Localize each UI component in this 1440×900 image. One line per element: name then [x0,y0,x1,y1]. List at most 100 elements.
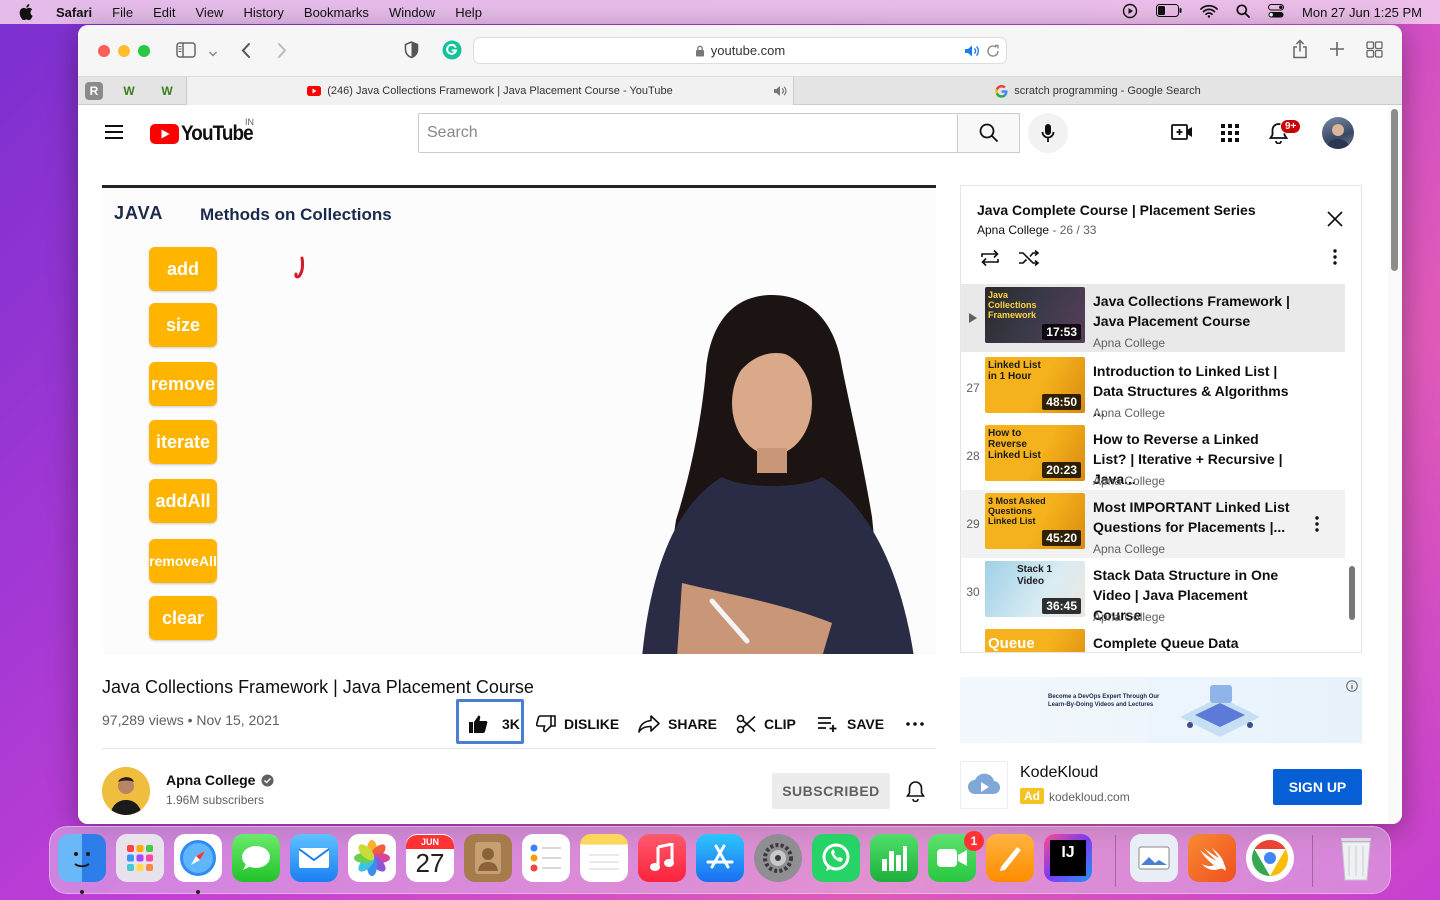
search-input[interactable]: Search [418,113,958,153]
playlist-menu-icon[interactable] [1333,249,1337,270]
ad-banner[interactable]: Become a DevOps Expert Through Our Learn… [960,677,1362,743]
menu-file[interactable]: File [112,5,133,20]
finder-icon[interactable] [58,834,106,882]
ad-domain[interactable]: kodekloud.com [1049,790,1130,804]
share-icon[interactable] [1292,39,1308,64]
reminders-icon[interactable] [522,834,570,882]
video-player[interactable]: JAVA Methods on Collections add size rem… [102,185,936,654]
loop-playlist-icon[interactable] [979,249,1001,272]
subscribed-button[interactable]: SUBSCRIBED [772,773,890,809]
tab-overview-icon[interactable] [1366,41,1383,63]
tab-google[interactable]: scratch programming - Google Search [794,77,1402,105]
playlist-item-current[interactable]: Java Collections Framework 17:53 Java Co… [961,284,1345,352]
shuffle-icon[interactable] [1018,249,1040,272]
address-bar[interactable]: youtube.com [473,37,1007,64]
playlist-item[interactable]: 28 How to Reverse Linked List 20:23 How … [961,422,1345,490]
notification-bell-icon[interactable] [906,780,925,807]
wifi-icon[interactable] [1200,4,1218,21]
mail-icon[interactable] [290,834,338,882]
menu-window[interactable]: Window [389,5,435,20]
forward-icon[interactable] [276,42,288,64]
dislike-button[interactable]: DISLIKE [536,703,619,745]
like-button[interactable]: 3K [468,703,520,745]
pinned-tab-w2[interactable]: W [156,80,178,102]
chevron-down-icon[interactable] [208,45,218,63]
tab-youtube[interactable]: (246) Java Collections Framework | Java … [186,77,794,105]
menu-app-safari[interactable]: Safari [56,5,92,20]
photos-icon[interactable] [348,834,396,882]
create-video-icon[interactable] [1171,123,1193,146]
battery-icon[interactable] [1156,4,1182,20]
pages-icon[interactable] [986,834,1034,882]
menu-bookmarks[interactable]: Bookmarks [304,5,369,20]
chrome-icon[interactable] [1246,834,1294,882]
close-window-button[interactable] [98,45,110,57]
youtube-logo[interactable]: YouTube IN [150,117,261,146]
contacts-icon[interactable] [464,834,512,882]
privacy-shield-icon[interactable] [404,41,419,64]
menubar-clock[interactable]: Mon 27 Jun 1:25 PM [1302,5,1422,20]
new-tab-icon[interactable] [1329,41,1345,62]
preview-icon[interactable] [1130,834,1178,882]
spotlight-search-icon[interactable] [1236,3,1250,21]
tab-audio-icon[interactable] [773,85,787,97]
calendar-icon[interactable]: JUN 27 [406,834,454,882]
search-button[interactable] [957,113,1020,153]
ad-advertiser-name[interactable]: KodeKloud [1020,764,1098,782]
numbers-icon[interactable] [870,834,918,882]
intellij-idea-icon[interactable]: IJ [1044,834,1092,882]
menu-help[interactable]: Help [455,5,482,20]
pinned-tab-w1[interactable]: W [118,80,140,102]
playlist-scrollbar-thumb[interactable] [1349,566,1355,620]
close-playlist-icon[interactable] [1327,211,1343,232]
page-scrollbar[interactable] [1388,105,1402,824]
swift-playgrounds-icon[interactable] [1188,834,1236,882]
control-center-icon[interactable] [1268,3,1285,21]
whatsapp-icon[interactable] [812,834,860,882]
playlist-item-hovered[interactable]: 29 3 Most Asked Questions Linked List 45… [961,490,1345,558]
channel-avatar[interactable] [102,767,150,815]
page-scrollbar-thumb[interactable] [1391,109,1398,271]
slide-button-addall: addAll [149,479,217,523]
menu-edit[interactable]: Edit [153,5,175,20]
messages-icon[interactable] [232,834,280,882]
clip-button[interactable]: CLIP [736,703,796,745]
app-store-icon[interactable] [696,834,744,882]
music-icon[interactable] [638,834,686,882]
minimize-window-button[interactable] [118,45,130,57]
pinned-tab-r[interactable]: R [85,82,103,100]
share-button[interactable]: SHARE [638,703,717,745]
sign-up-button[interactable]: SIGN UP [1273,769,1362,805]
ad-info-icon[interactable] [1346,679,1358,697]
sidebar-toggle-icon[interactable] [176,42,196,63]
channel-name-row[interactable]: Apna College [166,772,274,788]
tab-bar: R W W (246) Java Collections Framework |… [78,77,1402,105]
menu-view[interactable]: View [196,5,224,20]
apps-grid-icon[interactable] [1221,124,1239,147]
save-button[interactable]: SAVE [817,703,884,745]
kodekloud-logo[interactable] [960,761,1008,809]
speaker-active-icon[interactable] [964,44,980,58]
hamburger-menu-icon[interactable] [104,124,124,145]
apple-icon[interactable] [18,4,34,20]
zoom-window-button[interactable] [138,45,150,57]
more-actions-button[interactable] [906,703,924,745]
playlist-item[interactable]: Queue Complete Queue Data [961,626,1345,652]
playlist-item[interactable]: 30 Stack 1 Video 36:45 Stack Data Struct… [961,558,1345,626]
playlist-channel[interactable]: Apna College [977,223,1049,237]
grammarly-extension-icon[interactable] [442,40,462,65]
voice-search-button[interactable] [1028,113,1068,153]
launchpad-icon[interactable] [116,834,164,882]
system-preferences-icon[interactable] [754,834,802,882]
safari-app-icon[interactable] [174,834,222,882]
trash-icon[interactable] [1332,834,1380,882]
reload-icon[interactable] [986,44,1000,58]
notes-icon[interactable] [580,834,628,882]
back-icon[interactable] [240,42,252,64]
now-playing-icon[interactable] [1122,3,1138,22]
playlist-item[interactable]: 27 Linked List in 1 Hour 48:50 Introduct… [961,354,1345,422]
playlist-title[interactable]: Java Complete Course | Placement Series [977,202,1256,218]
account-avatar[interactable] [1322,117,1354,149]
menu-history[interactable]: History [243,5,283,20]
item-menu-icon[interactable] [1315,516,1319,537]
